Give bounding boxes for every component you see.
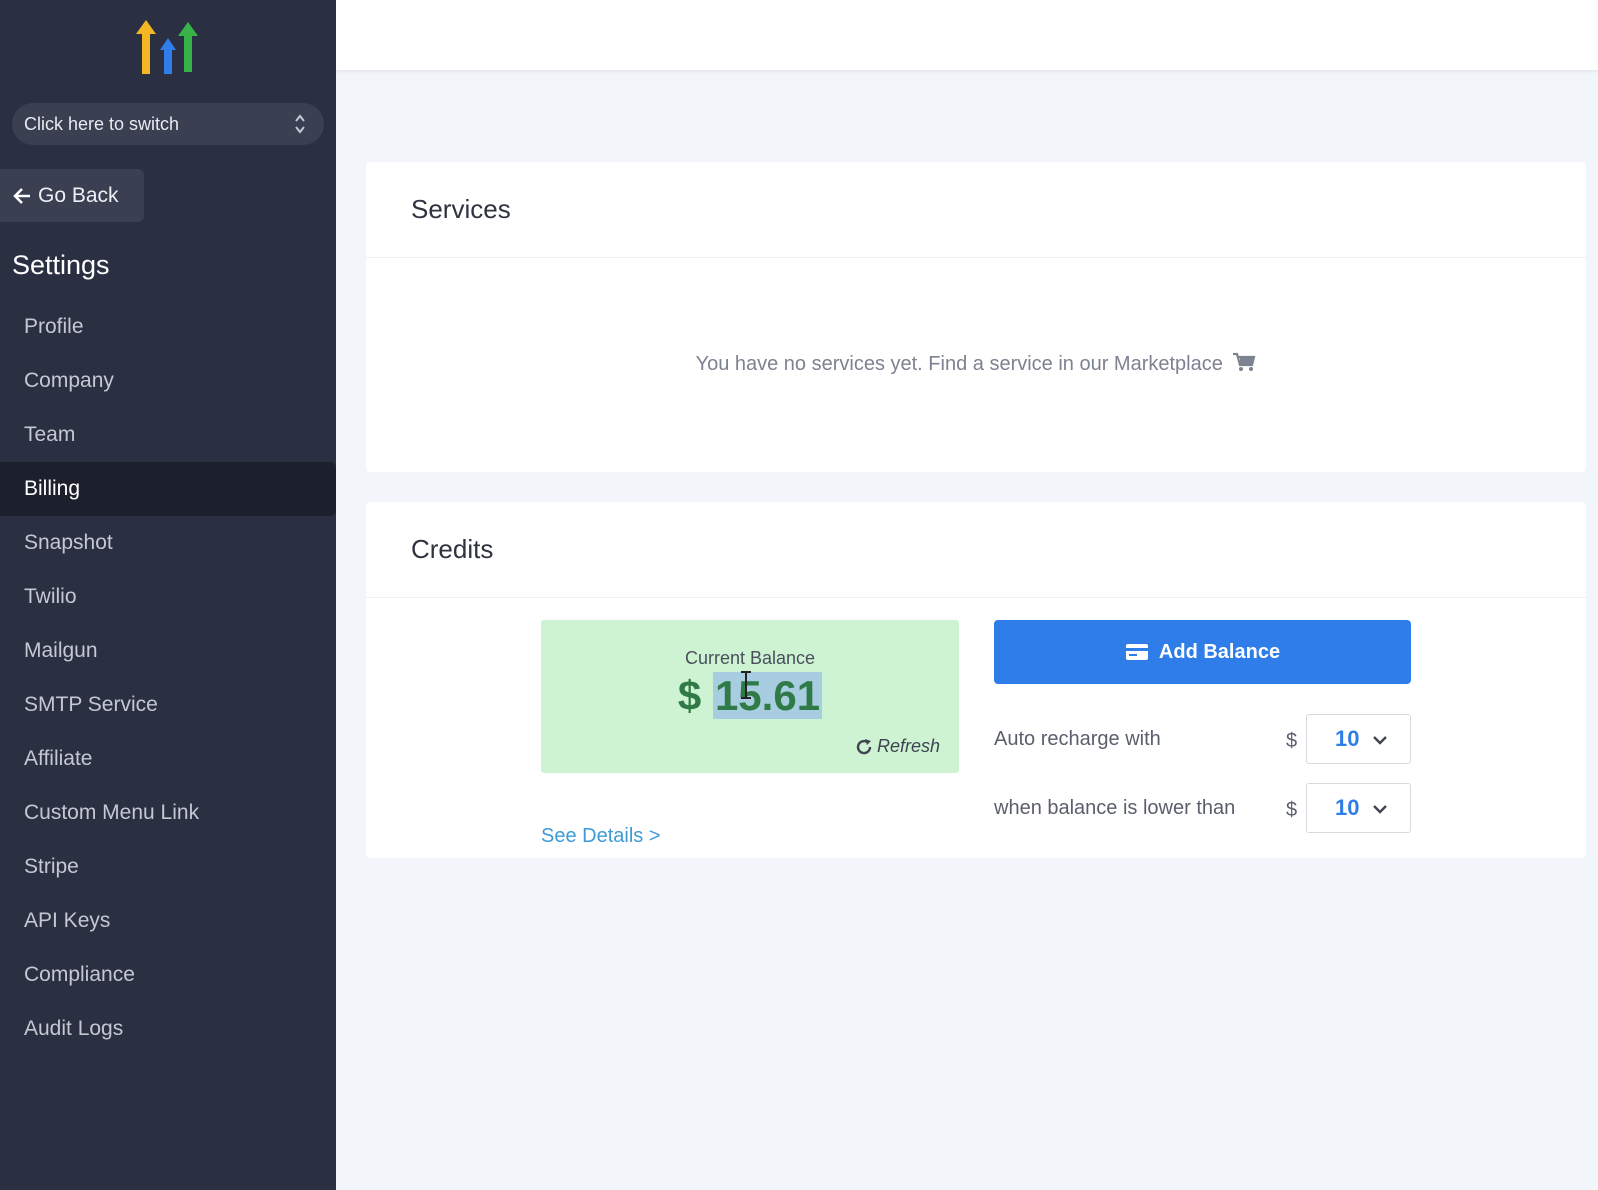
top-bar — [336, 0, 1598, 70]
threshold-label: when balance is lower than — [994, 797, 1236, 819]
sidebar-item-twilio[interactable]: Twilio — [0, 570, 336, 624]
chevron-up-down-icon — [295, 114, 305, 134]
services-card: Services You have no services yet. Find … — [366, 162, 1586, 472]
arrow-left-icon — [13, 187, 30, 204]
sidebar-item-audit-logs[interactable]: Audit Logs — [0, 1002, 336, 1056]
sidebar-item-company[interactable]: Company — [0, 354, 336, 408]
add-balance-label: Add Balance — [1158, 640, 1281, 663]
refresh-button[interactable]: Refresh — [855, 736, 940, 757]
credit-card-icon — [1125, 644, 1148, 660]
services-title: Services — [366, 162, 1586, 258]
sidebar-item-compliance[interactable]: Compliance — [0, 948, 336, 1002]
settings-title: Settings — [12, 250, 110, 280]
sidebar-item-custom-menu-link[interactable]: Custom Menu Link — [0, 786, 336, 840]
sidebar-item-stripe[interactable]: Stripe — [0, 840, 336, 894]
threshold-value: 10 — [1335, 795, 1360, 820]
threshold-currency: $ — [1286, 799, 1298, 821]
see-details-link[interactable]: See Details > — [541, 825, 661, 848]
go-back-button[interactable]: Go Back — [0, 169, 144, 222]
services-empty-message: You have no services yet. Find a service… — [695, 353, 1223, 375]
refresh-icon — [856, 738, 872, 754]
sidebar-item-profile[interactable]: Profile — [0, 300, 336, 354]
account-switcher[interactable]: Click here to switch — [12, 103, 324, 145]
threshold-select[interactable]: 10 — [1306, 783, 1411, 833]
auto-recharge-currency: $ — [1286, 730, 1298, 752]
sidebar-item-team[interactable]: Team — [0, 408, 336, 462]
chevron-down-icon — [1373, 805, 1387, 814]
sidebar-item-affiliate[interactable]: Affiliate — [0, 732, 336, 786]
text-cursor-icon — [741, 671, 751, 699]
sidebar-item-smtp-service[interactable]: SMTP Service — [0, 678, 336, 732]
sidebar-item-mailgun[interactable]: Mailgun — [0, 624, 336, 678]
sidebar: Click here to switch Go Back Settings Pr… — [0, 0, 336, 1190]
auto-recharge-value: 10 — [1335, 726, 1360, 751]
refresh-label: Refresh — [876, 736, 940, 756]
services-empty-state: You have no services yet. Find a service… — [366, 352, 1586, 376]
auto-recharge-select[interactable]: 10 — [1306, 714, 1411, 764]
balance-value: 15.61 — [712, 672, 823, 719]
account-switcher-label: Click here to switch — [24, 113, 180, 134]
go-back-label: Go Back — [38, 183, 119, 207]
current-balance-label: Current Balance — [684, 648, 816, 668]
auto-recharge-label: Auto recharge with — [994, 728, 1161, 750]
sidebar-item-api-keys[interactable]: API Keys — [0, 894, 336, 948]
cart-icon[interactable] — [1232, 352, 1256, 372]
app-logo[interactable] — [136, 20, 200, 78]
settings-nav: Profile Company Team Billing Snapshot Tw… — [0, 300, 336, 1056]
add-balance-button[interactable]: Add Balance — [994, 620, 1411, 684]
sidebar-item-billing[interactable]: Billing — [0, 462, 336, 516]
currency-symbol: $ — [677, 672, 702, 719]
credits-title: Credits — [366, 502, 1586, 598]
chevron-down-icon — [1373, 736, 1387, 745]
sidebar-item-snapshot[interactable]: Snapshot — [0, 516, 336, 570]
